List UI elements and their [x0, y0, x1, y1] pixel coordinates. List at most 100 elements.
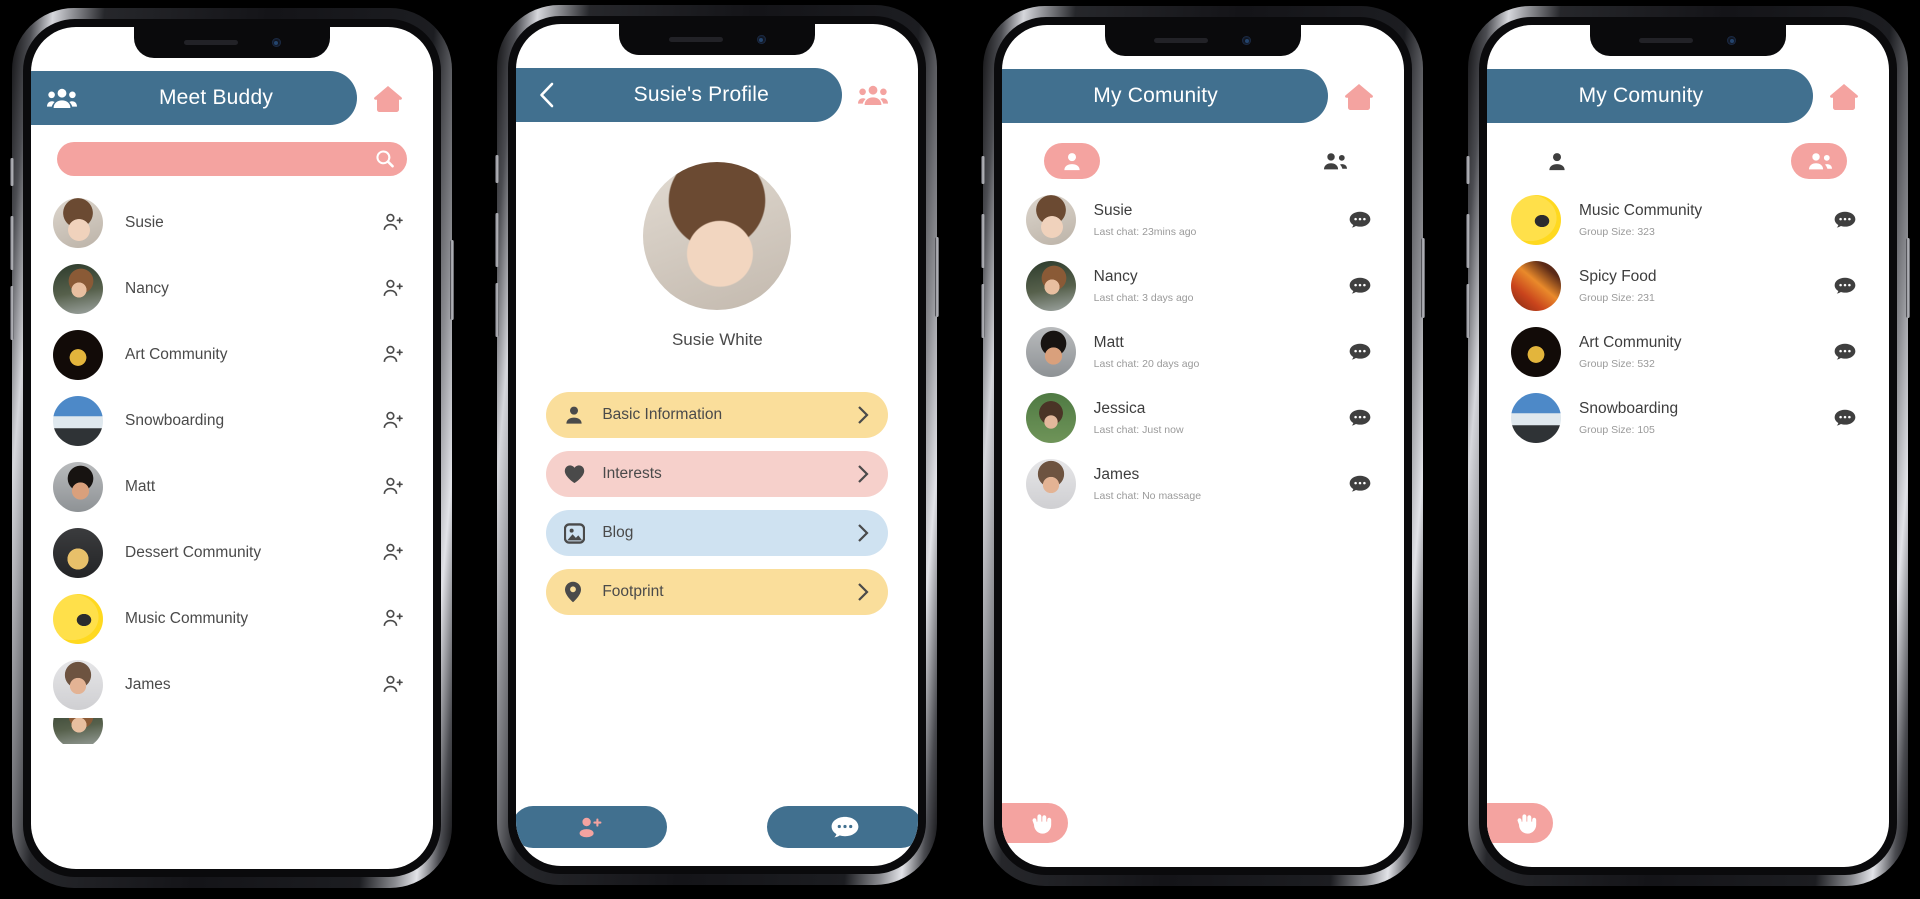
add-person-icon[interactable]	[375, 278, 411, 300]
volume-up-button[interactable]	[10, 216, 14, 270]
chat-bubble-icon[interactable]	[1340, 475, 1380, 493]
chat-bubble-icon[interactable]	[1340, 211, 1380, 229]
power-button[interactable]	[450, 240, 454, 320]
earpiece-speaker	[1154, 38, 1209, 43]
menu-item-blog[interactable]: Blog	[546, 510, 889, 556]
list-item[interactable]: Matt Last chat: 20 days ago	[1025, 319, 1380, 385]
page-title: Susie's Profile	[633, 83, 770, 106]
list-item[interactable]: Susie	[53, 190, 411, 256]
list-item[interactable]: Susie Last chat: 23mins ago	[1025, 187, 1380, 253]
add-person-icon[interactable]	[375, 608, 411, 630]
volume-up-button[interactable]	[495, 213, 500, 267]
friend-last-chat: Last chat: 3 days ago	[1093, 292, 1194, 304]
add-friend-icon	[577, 816, 603, 838]
groups-tab[interactable]	[1790, 143, 1847, 179]
home-icon[interactable]	[357, 85, 419, 112]
chat-bubble-icon[interactable]	[1825, 409, 1865, 427]
volume-down-button[interactable]	[495, 283, 500, 337]
list-item[interactable]: Music Community	[53, 586, 411, 652]
avatar	[1025, 195, 1076, 245]
add-person-icon[interactable]	[375, 344, 411, 366]
list-item[interactable]: James Last chat: No massage	[1025, 451, 1380, 517]
avatar	[1510, 195, 1561, 245]
volume-down-button[interactable]	[10, 286, 14, 340]
group-people-icon[interactable]	[31, 87, 93, 109]
header-pill: My Comunity	[1001, 69, 1328, 123]
chat-bubble-icon[interactable]	[1825, 211, 1865, 229]
phone-bezel: Meet Buddy Susie Nancy Art Community Sno…	[23, 19, 441, 877]
group-people-icon[interactable]	[842, 84, 904, 106]
list-item[interactable]: Snowboarding Group Size: 105	[1510, 385, 1865, 451]
chat-bubble-icon[interactable]	[1340, 277, 1380, 295]
list-item[interactable]: Snowboarding	[53, 388, 411, 454]
volume-up-button[interactable]	[1465, 214, 1470, 268]
group-people-icon	[1321, 151, 1347, 171]
list-item[interactable]: Jessica Last chat: Just now	[1025, 385, 1380, 451]
wave-hand-icon	[1028, 811, 1054, 835]
home-icon[interactable]	[1813, 83, 1875, 110]
list-item-text: Spicy Food Group Size: 231	[1579, 268, 1825, 304]
add-person-icon[interactable]	[375, 212, 411, 234]
add-person-icon[interactable]	[375, 410, 411, 432]
list-item[interactable]: Art Community	[53, 322, 411, 388]
wave-hand-button[interactable]	[1001, 803, 1068, 843]
notch	[1104, 25, 1301, 56]
home-icon[interactable]	[1328, 83, 1390, 110]
groups-tab[interactable]	[1306, 143, 1362, 179]
list-item[interactable]: Nancy Last chat: 3 days ago	[1025, 253, 1380, 319]
wave-hand-button[interactable]	[1486, 803, 1553, 843]
menu-item-interests[interactable]: Interests	[546, 451, 889, 497]
phone-bezel: Susie's Profile Susie White Basic Inform…	[508, 16, 927, 874]
list-item-partial[interactable]	[53, 718, 411, 744]
header-my-comunity: My Comunity	[1001, 69, 1404, 123]
person-icon	[564, 405, 598, 425]
group-size: Group Size: 323	[1578, 226, 1655, 238]
comunity-tabs	[1487, 123, 1889, 179]
avatar	[1510, 327, 1561, 377]
list-item[interactable]: Nancy	[53, 256, 411, 322]
list-item[interactable]: Matt	[53, 454, 411, 520]
header-pill: My Comunity	[1486, 69, 1813, 123]
mute-switch[interactable]	[1465, 156, 1470, 184]
chevron-left-icon[interactable]	[516, 82, 578, 108]
group-name: Music Community	[1578, 202, 1703, 219]
power-button[interactable]	[935, 237, 940, 317]
list-item[interactable]: Art Community Group Size: 532	[1510, 319, 1865, 385]
front-camera	[271, 38, 281, 47]
list-item-label: Art Community	[125, 346, 228, 363]
phone-my-comunity-groups: My Comunity Music Community Group Size: …	[1465, 6, 1910, 886]
menu-item-basic-information[interactable]: Basic Information	[546, 392, 889, 438]
chat-bubble-icon[interactable]	[1825, 277, 1865, 295]
list-item[interactable]: James	[53, 652, 411, 718]
mute-switch[interactable]	[980, 156, 985, 184]
list-item-text: Nancy Last chat: 3 days ago	[1094, 268, 1340, 304]
front-camera	[756, 35, 766, 44]
power-button[interactable]	[1905, 238, 1910, 318]
location-pin-icon	[564, 581, 598, 603]
power-button[interactable]	[1420, 238, 1425, 318]
list-item[interactable]: Spicy Food Group Size: 231	[1510, 253, 1865, 319]
friends-tab[interactable]	[1529, 143, 1585, 179]
add-person-icon[interactable]	[375, 542, 411, 564]
add-friend-button[interactable]	[516, 806, 668, 848]
chat-button[interactable]	[767, 806, 919, 848]
friend-last-chat: Last chat: No massage	[1093, 490, 1202, 502]
mute-switch[interactable]	[10, 158, 14, 186]
list-item[interactable]: Dessert Community	[53, 520, 411, 586]
volume-down-button[interactable]	[980, 284, 985, 338]
add-person-icon[interactable]	[375, 674, 411, 696]
list-item[interactable]: Music Community Group Size: 323	[1510, 187, 1865, 253]
add-person-icon[interactable]	[375, 476, 411, 498]
search-input[interactable]	[57, 142, 407, 176]
menu-item-footprint[interactable]: Footprint	[546, 569, 889, 615]
friends-tab[interactable]	[1043, 143, 1100, 179]
volume-down-button[interactable]	[1465, 284, 1470, 338]
chat-bubble-icon[interactable]	[1340, 409, 1380, 427]
mute-switch[interactable]	[495, 155, 500, 183]
volume-up-button[interactable]	[980, 214, 985, 268]
chat-bubble-icon[interactable]	[1825, 343, 1865, 361]
profile-bottom-bar	[516, 806, 919, 848]
profile-name: Susie White	[671, 330, 763, 349]
friend-name: Jessica	[1093, 400, 1146, 417]
chat-bubble-icon[interactable]	[1340, 343, 1380, 361]
